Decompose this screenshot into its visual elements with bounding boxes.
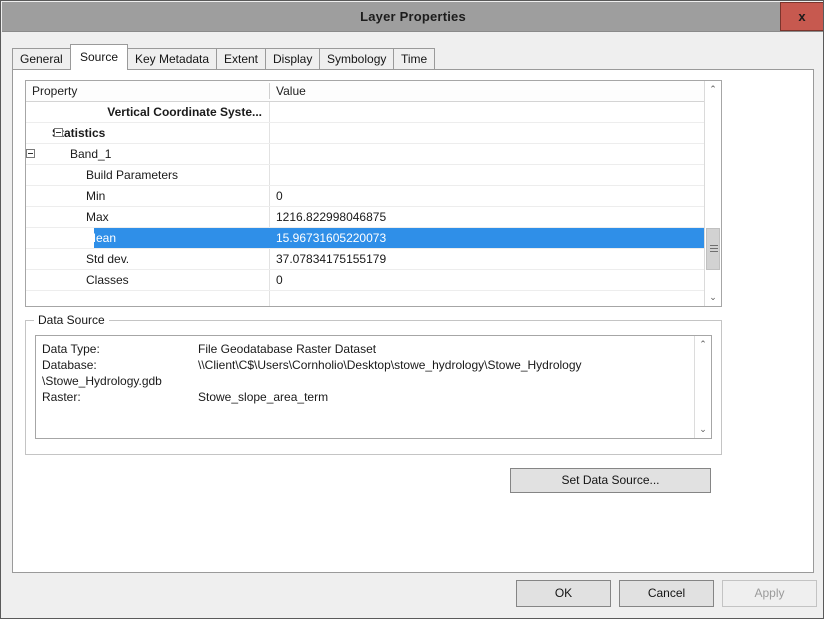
collapse-minus-icon[interactable] bbox=[26, 149, 35, 158]
cell-property: Max bbox=[86, 210, 109, 224]
table-row[interactable]: Std dev. 37.07834175155179 bbox=[26, 249, 721, 270]
table-row[interactable]: Classes 0 bbox=[26, 270, 721, 291]
database-value: \\Client\C$\Users\Cornholio\Desktop\stow… bbox=[198, 358, 582, 372]
header-column-divider bbox=[269, 83, 270, 99]
set-data-source-button[interactable]: Set Data Source... bbox=[510, 468, 711, 493]
tab-general[interactable]: General bbox=[12, 48, 71, 70]
data-type-label: Data Type: bbox=[42, 342, 100, 356]
cell-property: Build Parameters bbox=[86, 168, 179, 182]
data-source-textbox[interactable]: Data Type: File Geodatabase Raster Datas… bbox=[35, 335, 712, 439]
table-row[interactable]: Max 1216.822998046875 bbox=[26, 207, 721, 228]
tab-symbology[interactable]: Symbology bbox=[319, 48, 394, 70]
table-row[interactable]: Vertical Coordinate Syste... bbox=[26, 102, 721, 123]
cell-property: Mean bbox=[86, 231, 117, 245]
data-source-line: Data Type: File Geodatabase Raster Datas… bbox=[42, 341, 693, 357]
scroll-down-icon[interactable]: ⌄ bbox=[705, 289, 721, 306]
ok-button[interactable]: OK bbox=[516, 580, 611, 607]
property-grid-scrollbar[interactable]: ⌃ ⌄ bbox=[704, 81, 721, 306]
database-value-continuation: \Stowe_Hydrology.gdb bbox=[42, 374, 162, 388]
table-row[interactable]: Min 0 bbox=[26, 186, 721, 207]
tab-source[interactable]: Source bbox=[70, 44, 128, 70]
data-source-group: Data Source Data Type: File Geodatabase … bbox=[25, 313, 722, 455]
layer-properties-dialog: Layer Properties x General Source Key Meta… bbox=[0, 0, 824, 619]
table-row[interactable]: Build Parameters bbox=[26, 165, 721, 186]
cell-value: 0 bbox=[276, 189, 283, 203]
cell-property: Band_1 bbox=[70, 147, 112, 161]
data-source-scrollbar[interactable]: ⌃ ⌄ bbox=[694, 336, 711, 438]
window-title: Layer Properties bbox=[360, 9, 466, 24]
table-row[interactable]: Statistics bbox=[26, 123, 721, 144]
database-label: Database: bbox=[42, 358, 97, 372]
cell-property: Vertical Coordinate Syste... bbox=[107, 105, 262, 119]
data-source-line: Raster: Stowe_slope_area_term bbox=[42, 389, 693, 405]
data-source-text: Data Type: File Geodatabase Raster Datas… bbox=[36, 336, 693, 438]
cell-value: 0 bbox=[276, 273, 283, 287]
cell-value: 37.07834175155179 bbox=[276, 252, 387, 266]
data-type-value: File Geodatabase Raster Dataset bbox=[198, 342, 377, 356]
tab-time[interactable]: Time bbox=[393, 48, 435, 70]
title-bar: Layer Properties x bbox=[2, 2, 823, 32]
cell-value: 15.96731605220073 bbox=[276, 231, 387, 245]
property-grid-body: Vertical Coordinate Syste... Statistics Ba… bbox=[26, 102, 721, 306]
scrollbar-thumb[interactable] bbox=[706, 228, 720, 270]
scroll-down-icon[interactable]: ⌄ bbox=[695, 421, 711, 438]
data-source-line: Database: \\Client\C$\Users\Cornholio\De… bbox=[42, 357, 693, 373]
table-row[interactable]: Mean 15.96731605220073 bbox=[26, 228, 721, 249]
raster-label: Raster: bbox=[42, 390, 81, 404]
table-row[interactable]: Band_1 bbox=[26, 144, 721, 165]
scroll-up-icon[interactable]: ⌃ bbox=[705, 81, 721, 98]
cell-property: Std dev. bbox=[86, 252, 130, 266]
raster-value: Stowe_slope_area_term bbox=[198, 390, 329, 404]
tab-strip: General Source Key Metadata Extent Display Sy… bbox=[12, 44, 814, 70]
cancel-button[interactable]: Cancel bbox=[619, 580, 714, 607]
column-header-value[interactable]: Value bbox=[276, 81, 306, 101]
scroll-up-icon[interactable]: ⌃ bbox=[695, 336, 711, 353]
data-source-legend: Data Source bbox=[34, 313, 109, 327]
tab-key-metadata[interactable]: Key Metadata bbox=[127, 48, 217, 70]
apply-button: Apply bbox=[722, 580, 817, 607]
scrollbar-grip-icon bbox=[710, 245, 718, 253]
tab-extent[interactable]: Extent bbox=[216, 48, 266, 70]
column-header-property[interactable]: Property bbox=[32, 81, 77, 101]
tab-display[interactable]: Display bbox=[265, 48, 320, 70]
property-grid-header: Property Value bbox=[26, 81, 721, 102]
tab-page-source: Property Value Vertical Coordinate Syste… bbox=[12, 69, 814, 573]
cell-property: Classes bbox=[86, 273, 129, 287]
cell-value: 1216.822998046875 bbox=[276, 210, 387, 224]
cell-property: Min bbox=[86, 189, 106, 203]
collapse-minus-icon[interactable] bbox=[54, 128, 63, 137]
property-grid[interactable]: Property Value Vertical Coordinate Syste… bbox=[25, 80, 722, 307]
close-icon[interactable]: x bbox=[780, 2, 823, 31]
